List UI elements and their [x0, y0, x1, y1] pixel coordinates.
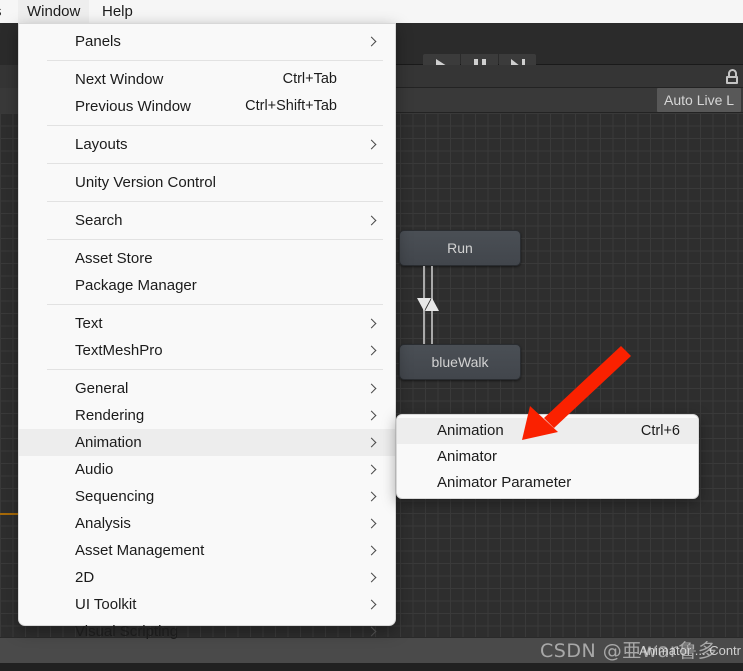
- menu-item-previous-window[interactable]: Previous Window Ctrl+Shift+Tab: [19, 93, 395, 120]
- chevron-right-icon: [368, 429, 375, 456]
- menu-item-panels[interactable]: Panels: [19, 28, 395, 55]
- menu-item-label: Package Manager: [75, 277, 197, 294]
- lock-icon[interactable]: [725, 69, 739, 84]
- menu-item-label: Panels: [75, 33, 121, 50]
- menu-item-label: Rendering: [75, 407, 145, 424]
- tabbar-sliver: [0, 65, 18, 88]
- chevron-right-icon: [368, 564, 375, 591]
- state-node-run[interactable]: Run: [399, 230, 521, 266]
- menu-item-label: Analysis: [75, 515, 131, 532]
- chevron-right-icon: [368, 310, 375, 337]
- chevron-right-icon: [368, 510, 375, 537]
- toolbar-sliver: [0, 23, 18, 65]
- menu-item-label: TextMeshPro: [75, 342, 163, 359]
- menu-item-shortcut: Ctrl+Shift+Tab: [245, 98, 337, 114]
- arrow-up-icon: [425, 298, 439, 311]
- menu-item-package-manager[interactable]: Package Manager: [19, 272, 395, 299]
- auto-live-link-button[interactable]: Auto Live L: [657, 88, 742, 112]
- timeline-marker: [0, 513, 18, 515]
- menu-item-label: Text: [75, 315, 103, 332]
- menu-item-general[interactable]: General: [19, 375, 395, 402]
- menu-item-label: 2D: [75, 569, 95, 586]
- chevron-right-icon: [368, 337, 375, 364]
- submenu-item-shortcut: Ctrl+6: [640, 423, 680, 439]
- menu-item-unity-version-control[interactable]: Unity Version Control: [19, 169, 395, 196]
- menu-separator: [47, 163, 383, 164]
- chevron-right-icon: [368, 618, 375, 645]
- menu-item-audio[interactable]: Audio: [19, 456, 395, 483]
- menu-item-asset-management[interactable]: Asset Management: [19, 537, 395, 564]
- status-bar-text: Animator ... Contr: [639, 643, 741, 658]
- menubar-item-truncated[interactable]: s: [0, 0, 2, 23]
- red-annotation-arrow: [522, 346, 631, 440]
- submenu-item-label: Animator Parameter: [437, 474, 572, 491]
- menu-item-label: Previous Window: [75, 98, 191, 115]
- chevron-right-icon: [368, 537, 375, 564]
- menu-separator: [47, 201, 383, 202]
- menu-item-analysis[interactable]: Analysis: [19, 510, 395, 537]
- window-dropdown-menu[interactable]: Panels Next Window Ctrl+Tab Previous Window…: [18, 23, 396, 640]
- menu-item-layouts[interactable]: Layouts: [19, 131, 395, 158]
- menu-item-rendering[interactable]: Rendering: [19, 402, 395, 429]
- state-node-label: Run: [447, 240, 473, 256]
- state-node-label: blueWalk: [431, 354, 489, 370]
- menu-item-label: Search: [75, 212, 123, 229]
- menu-item-label: Layouts: [75, 136, 128, 153]
- menu-item-label: Next Window: [75, 71, 164, 88]
- menu-separator: [47, 239, 383, 240]
- chevron-right-icon: [368, 375, 375, 402]
- menu-item-label: Sequencing: [75, 488, 155, 505]
- menu-item-label: Audio: [75, 461, 114, 478]
- screenshot-root: Auto Live L Run blueWalk Animator ... Co…: [0, 0, 743, 671]
- chevron-right-icon: [368, 591, 375, 618]
- submenu-item-label: Animator: [437, 448, 498, 465]
- menu-item-text[interactable]: Text: [19, 310, 395, 337]
- submenu-item-animator-parameter[interactable]: Animator Parameter: [397, 470, 698, 496]
- menu-item-sequencing[interactable]: Sequencing: [19, 483, 395, 510]
- chevron-right-icon: [368, 28, 375, 55]
- menu-item-label: General: [75, 380, 129, 397]
- menu-item-animation[interactable]: Animation: [19, 429, 395, 456]
- menu-item-label: Unity Version Control: [75, 174, 216, 191]
- menu-item-shortcut: Ctrl+Tab: [282, 71, 337, 87]
- menu-separator: [47, 125, 383, 126]
- menu-item-label: Asset Management: [75, 542, 205, 559]
- menu-separator: [47, 60, 383, 61]
- chevron-right-icon: [368, 131, 375, 158]
- menu-item-label: Asset Store: [75, 250, 153, 267]
- menu-item-2d[interactable]: 2D: [19, 564, 395, 591]
- menu-item-label: UI Toolkit: [75, 596, 137, 613]
- menu-separator: [47, 369, 383, 370]
- menubar-item-help[interactable]: Help: [102, 0, 133, 23]
- chevron-right-icon: [368, 483, 375, 510]
- chevron-right-icon: [368, 207, 375, 234]
- chevron-right-icon: [368, 402, 375, 429]
- menu-item-next-window[interactable]: Next Window Ctrl+Tab: [19, 66, 395, 93]
- menu-item-label: Animation: [75, 434, 142, 451]
- menu-item-label: Visual Scripting: [75, 623, 179, 640]
- menu-bar: s Window Help: [0, 0, 743, 23]
- chevron-right-icon: [368, 456, 375, 483]
- menu-separator: [47, 304, 383, 305]
- menu-item-search[interactable]: Search: [19, 207, 395, 234]
- menu-item-asset-store[interactable]: Asset Store: [19, 245, 395, 272]
- menu-item-textmeshpro[interactable]: TextMeshPro: [19, 337, 395, 364]
- subtoolbar-sliver: [0, 88, 18, 113]
- window-bottom-edge: [0, 663, 743, 671]
- submenu-item-label: Animation: [437, 422, 504, 439]
- menu-item-ui-toolkit[interactable]: UI Toolkit: [19, 591, 395, 618]
- menubar-item-window[interactable]: Window: [18, 0, 90, 23]
- menu-item-visual-scripting[interactable]: Visual Scripting: [19, 618, 395, 645]
